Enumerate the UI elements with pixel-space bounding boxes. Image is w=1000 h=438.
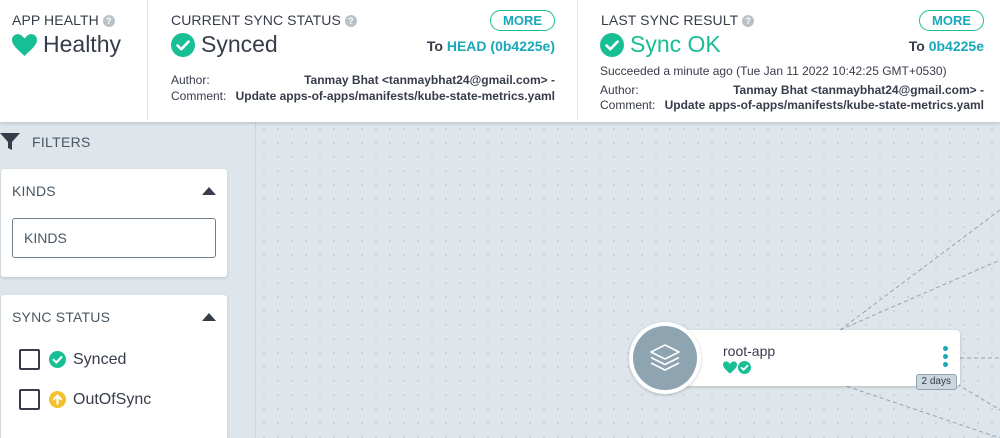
help-icon[interactable]: ?: [344, 15, 357, 27]
current-sync-author-row: Author: Tanmay Bhat <tanmaybhat24@gmail.…: [171, 73, 555, 87]
caret-up-icon[interactable]: [202, 187, 216, 195]
last-sync-panel: LAST SYNC RESULT? MORE Sync OK To 0b4225…: [578, 0, 1000, 120]
current-sync-panel: CURRENT SYNC STATUS? MORE Synced To HEAD…: [148, 0, 578, 120]
last-sync-title: LAST SYNC RESULT?: [601, 12, 755, 28]
app-health-status: Healthy: [12, 31, 121, 58]
node-menu-icon[interactable]: [943, 346, 948, 367]
resource-node-root-app[interactable]: root-app 2 days: [629, 322, 960, 394]
resource-graph-canvas[interactable]: root-app 2 days: [257, 122, 1000, 438]
node-age-badge: 2 days: [915, 374, 957, 390]
last-sync-succeeded-text: Succeeded a minute ago (Tue Jan 11 2022 …: [600, 64, 947, 78]
kinds-filter-card: KINDS: [1, 169, 227, 277]
node-icon-wrapper: [629, 322, 701, 394]
heart-icon: [723, 361, 737, 374]
graph-edge: [839, 383, 1000, 438]
last-sync-more-button[interactable]: MORE: [919, 10, 984, 31]
last-sync-status: Sync OK: [600, 31, 721, 58]
arrow-up-circle-icon: [49, 391, 66, 408]
check-circle-icon: [49, 351, 66, 368]
layers-icon: [633, 326, 697, 390]
app-health-panel: APP HEALTH? Healthy: [0, 0, 148, 120]
current-sync-comment-row: Comment: Update apps-of-apps/manifests/k…: [171, 89, 555, 103]
comment-label: Comment:: [171, 89, 227, 103]
last-sync-title-text: LAST SYNC RESULT: [601, 12, 739, 28]
filters-header[interactable]: FILTERS: [0, 133, 91, 151]
sync-status-option-synced[interactable]: Synced: [19, 349, 126, 370]
current-sync-status-text: Synced: [201, 31, 278, 57]
last-sync-revision-link[interactable]: 0b4225e: [929, 38, 984, 54]
app-status-bar: APP HEALTH? Healthy CURRENT SYNC STATUS?…: [0, 0, 1000, 122]
current-sync-more-button[interactable]: MORE: [490, 10, 555, 31]
check-circle-icon: [171, 32, 195, 57]
app-health-title-text: APP HEALTH: [12, 12, 99, 28]
help-icon[interactable]: ?: [742, 15, 755, 27]
app-health-status-text: Healthy: [43, 31, 121, 57]
check-circle-icon: [738, 361, 751, 374]
last-sync-status-text: Sync OK: [630, 31, 721, 57]
filters-header-label: FILTERS: [32, 134, 91, 150]
comment-label: Comment:: [600, 98, 656, 112]
node-card[interactable]: root-app 2 days: [659, 330, 960, 390]
current-sync-revision-link[interactable]: HEAD (0b4225e): [447, 38, 555, 54]
node-status-icons: [723, 361, 751, 374]
app-health-title: APP HEALTH?: [12, 12, 115, 28]
sync-status-filter-title: SYNC STATUS: [12, 309, 111, 325]
node-name: root-app: [723, 343, 776, 359]
to-prefix: To: [426, 38, 443, 54]
comment-value: Update apps-of-apps/manifests/kube-state…: [664, 98, 984, 112]
last-sync-author-row: Author: Tanmay Bhat <tanmaybhat24@gmail.…: [600, 83, 984, 97]
help-icon[interactable]: ?: [102, 15, 115, 27]
filters-sidebar: FILTERS KINDS SYNC STATUS Synced OutOfSy…: [0, 122, 256, 438]
last-sync-comment-row: Comment: Update apps-of-apps/manifests/k…: [600, 98, 984, 112]
current-sync-title-text: CURRENT SYNC STATUS: [171, 12, 341, 28]
heart-icon: [12, 33, 37, 56]
sync-status-filter-card: SYNC STATUS Synced OutOfSync: [1, 295, 227, 438]
kinds-filter-title: KINDS: [12, 183, 56, 199]
caret-up-icon[interactable]: [202, 313, 216, 321]
current-sync-target: To HEAD (0b4225e): [427, 38, 555, 54]
outofsync-checkbox[interactable]: [19, 389, 40, 410]
current-sync-title: CURRENT SYNC STATUS?: [171, 12, 357, 28]
author-value: Tanmay Bhat <tanmaybhat24@gmail.com> -: [304, 73, 555, 87]
synced-checkbox[interactable]: [19, 349, 40, 370]
current-sync-status: Synced: [171, 31, 278, 58]
graph-edge: [956, 383, 1000, 411]
check-circle-icon: [600, 32, 624, 57]
filter-icon: [0, 133, 20, 151]
kinds-input[interactable]: [12, 218, 216, 258]
outofsync-option-label: OutOfSync: [73, 390, 152, 408]
sync-status-option-outofsync[interactable]: OutOfSync: [19, 389, 151, 410]
to-prefix: To: [908, 38, 925, 54]
synced-option-label: Synced: [73, 350, 127, 368]
author-label: Author:: [600, 83, 639, 97]
graph-edges: [839, 209, 1000, 438]
comment-value: Update apps-of-apps/manifests/kube-state…: [235, 89, 555, 103]
author-value: Tanmay Bhat <tanmaybhat24@gmail.com> -: [733, 83, 984, 97]
author-label: Author:: [171, 73, 210, 87]
last-sync-target: To 0b4225e: [909, 38, 984, 54]
